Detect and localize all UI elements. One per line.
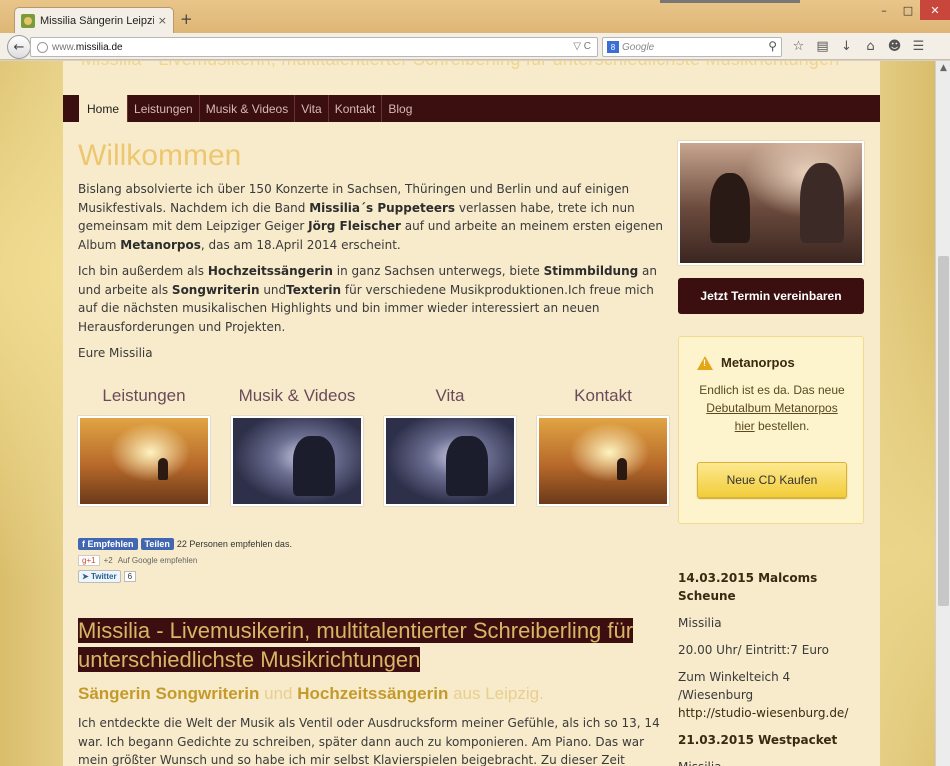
tile-label[interactable]: Musik & Videos [231,386,363,416]
popup-strip [660,0,800,3]
twitter-bird-icon: ➤ [82,571,91,581]
event-link-row: http://studio-wiesenburg.de/ [678,704,864,722]
globe-icon [37,41,48,53]
facebook-row: f Empfehlen Teilen 22 Personen empfehlen… [78,536,292,552]
debutalbum-link[interactable]: Debutalbum Metanorpos [706,401,837,415]
new-tab-button[interactable]: + [180,10,193,28]
page-viewport: Missilia - Livemusikerin, multitalentier… [0,61,935,766]
event-time-price: 20.00 Uhr/ Eintritt:7 Euro [678,643,829,657]
page-content: Missilia - Livemusikerin, multitalentier… [63,61,880,766]
tab-close-icon[interactable]: × [158,14,167,27]
main-menu: Home Leistungen Musik & Videos Vita Kont… [63,95,880,122]
url-domain: missilia.de [75,41,123,53]
social-buttons: f Empfehlen Teilen 22 Personen empfehlen… [78,536,292,584]
menu-item-musik-videos[interactable]: Musik & Videos [198,95,294,122]
twitter-count: 6 [123,570,137,582]
tile-leistungen[interactable]: Leistungen [78,386,210,506]
vertical-scrollbar[interactable]: ▲ [935,61,950,766]
page-title: Willkommen [78,139,242,172]
tile-label[interactable]: Vita [384,386,516,416]
album-notice-box: Metanorpos Endlich ist es da. Das neue D… [678,336,864,524]
section-subtitle: Sängerin Songwriterin und Hochzeitssänge… [78,684,544,703]
tile-musik-videos[interactable]: Musik & Videos [231,386,363,506]
gplus-count: +2 [103,555,113,565]
browser-tab[interactable]: Missilia Sängerin Leipzig - ... × [14,7,174,33]
artist-photo [678,141,864,265]
search-icon[interactable]: ⚲ [768,39,777,53]
menu-item-leistungen[interactable]: Leistungen [127,95,199,122]
tile-vita[interactable]: Vita [384,386,516,506]
tile-image[interactable] [78,416,210,506]
gplus-button[interactable]: g+1 [78,554,100,566]
address-bar[interactable]: www. missilia.de ▽ C [30,37,598,57]
menu-icon[interactable]: ☰ [910,38,927,55]
search-placeholder: Google [622,41,655,53]
navigation-toolbar: ← www. missilia.de ▽ C 8 Google ⚲ ☆ ▤ ↓ ⌂… [0,33,950,60]
section-title: Missilia - Livemusikerin, multitalentier… [78,618,634,672]
about-section: Missilia - Livemusikerin, multitalentier… [78,616,663,766]
chat-icon[interactable]: ☻ [886,38,903,55]
notice-text: Endlich ist es da. Das neue Debutalbum M… [699,383,845,433]
google-engine-icon[interactable]: 8 [607,41,619,53]
event-link[interactable]: http://studio-wiesenburg.de/ [678,706,848,720]
tile-kontakt[interactable]: Kontakt [537,386,669,506]
site-header-tagline: Missilia - Livemusikerin, multitalentier… [81,61,840,70]
tile-image[interactable] [231,416,363,506]
close-window-button[interactable]: ✕ [920,0,950,20]
bookmarks-icon[interactable]: ▤ [814,38,831,55]
site-favicon-icon [21,13,35,28]
scroll-up-icon[interactable]: ▲ [936,63,950,73]
gplus-row: g+1 +2 Auf Google empfehlen [78,552,292,568]
tile-label[interactable]: Leistungen [78,386,210,416]
book-appointment-button[interactable]: Jetzt Termin vereinbaren [678,278,864,314]
gplus-text: Auf Google empfehlen [117,555,198,565]
tile-label[interactable]: Kontakt [537,386,669,416]
back-arrow-icon: ← [13,39,25,55]
reload-icon[interactable]: ▽ C [573,41,591,52]
event-date: 14.03.2015 Malcoms Scheune [678,571,818,603]
tile-image[interactable] [537,416,669,506]
back-button[interactable]: ← [7,35,31,59]
window-titlebar: – □ ✕ Missilia Sängerin Leipzig - ... × … [0,0,950,33]
facebook-share-button[interactable]: Teilen [140,538,174,550]
toolbar-icons: ☆ ▤ ↓ ⌂ ☻ ☰ [790,38,927,55]
order-here-link[interactable]: hier [735,419,755,433]
scrollbar-thumb[interactable] [938,256,949,606]
event-address: Zum Winkelteich 4 /Wiesenburg [678,670,791,702]
signature: Eure Missilia [78,346,153,360]
event-artist: Missilia [678,758,864,766]
tab-title: Missilia Sängerin Leipzig - ... [40,14,154,27]
facebook-count-text: 22 Personen empfehlen das. [176,539,292,549]
buy-cd-button[interactable]: Neue CD Kaufen [697,462,847,498]
twitter-row: ➤ Twitter 6 [78,568,292,584]
main-column: Willkommen Bislang absolvierte ich über … [78,136,663,363]
services-paragraph: Ich bin außerdem als Hochzeitssängerin i… [78,264,657,334]
menu-item-home[interactable]: Home [79,95,128,122]
event-date: 21.03.2015 Westpacket [678,733,838,747]
home-icon[interactable]: ⌂ [862,38,879,55]
feature-tiles: Leistungen Musik & Videos Vita Kontakt [78,386,669,506]
url-prefix: www. [52,41,76,53]
event-artist: Missilia [678,616,722,630]
twitter-button[interactable]: ➤ Twitter [78,569,121,583]
warning-icon [697,355,713,370]
intro-paragraph: Bislang absolvierte ich über 150 Konzert… [78,182,663,252]
maximize-button[interactable]: □ [897,0,919,20]
search-bar[interactable]: 8 Google ⚲ [602,37,782,57]
events-list: 14.03.2015 Malcoms Scheune Missilia 20.0… [678,569,864,766]
menu-item-blog[interactable]: Blog [381,95,418,122]
star-icon[interactable]: ☆ [790,38,807,55]
menu-item-vita[interactable]: Vita [294,95,327,122]
minimize-button[interactable]: – [872,0,896,20]
download-icon[interactable]: ↓ [838,38,855,55]
story-paragraph: Ich entdeckte die Welt der Musik als Ven… [78,716,660,766]
facebook-like-button[interactable]: f Empfehlen [78,538,138,550]
tile-image[interactable] [384,416,516,506]
notice-heading: Metanorpos [697,355,795,370]
menu-item-kontakt[interactable]: Kontakt [327,95,382,122]
